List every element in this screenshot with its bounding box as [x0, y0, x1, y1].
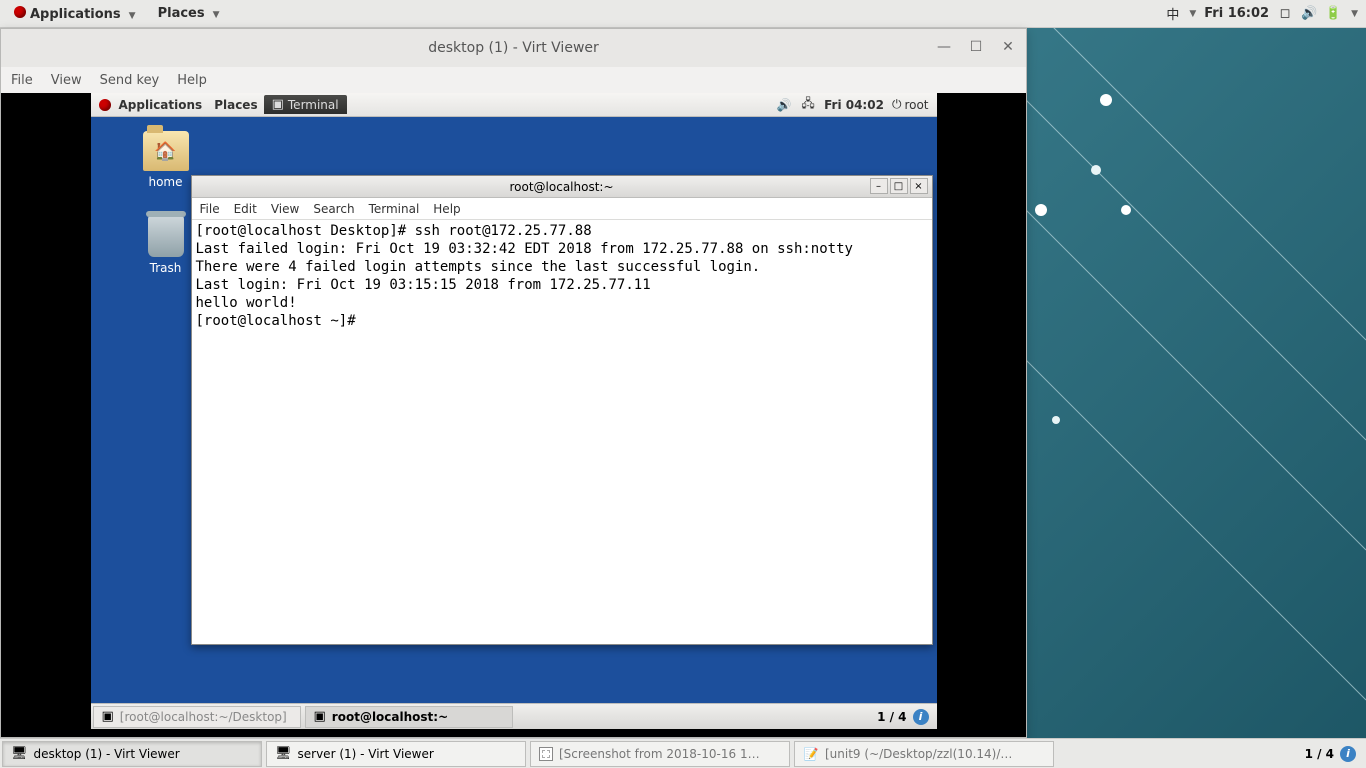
network-icon[interactable]: 🖧 [800, 97, 816, 113]
redhat-icon [99, 99, 111, 111]
term-menu-file[interactable]: File [200, 202, 220, 216]
terminal-title: root@localhost:~ [509, 180, 613, 194]
host-task-button[interactable]: 📝 [unit9 (~/Desktop/zzl(10.14)/… [794, 741, 1054, 767]
trash-icon [148, 215, 184, 257]
desktop-icon-label: Trash [150, 261, 182, 275]
task-label: server (1) - Virt Viewer [298, 747, 434, 761]
task-label: desktop (1) - Virt Viewer [34, 747, 180, 761]
task-label: root@localhost:~ [332, 710, 448, 724]
volume-icon[interactable]: 🔊 [776, 97, 792, 113]
vm-desktop[interactable]: Applications Places ▣ Terminal 🔊 🖧 Fri 04… [91, 93, 937, 729]
info-icon[interactable]: i [913, 709, 929, 725]
terminal-menubar: File Edit View Search Terminal Help [192, 198, 932, 220]
host-clock[interactable]: Fri 16:02 [1204, 6, 1269, 21]
maximize-button[interactable]: ☐ [964, 35, 988, 59]
vm-places-menu[interactable]: Places [208, 98, 263, 112]
term-menu-edit[interactable]: Edit [234, 202, 257, 216]
monitor-icon: 🖥 [11, 746, 28, 761]
host-bottom-panel: 🖥 desktop (1) - Virt Viewer 🖥 server (1)… [0, 738, 1366, 768]
terminal-icon: ▣ [314, 709, 326, 724]
virt-viewer-titlebar[interactable]: desktop (1) - Virt Viewer — ☐ ✕ [1, 29, 1026, 67]
host-applications-menu[interactable]: Applications▼ [8, 4, 148, 24]
wallpaper-decor [1006, 20, 1366, 720]
term-menu-search[interactable]: Search [313, 202, 354, 216]
vm-active-task-label: Terminal [288, 98, 339, 112]
term-menu-terminal[interactable]: Terminal [369, 202, 420, 216]
vv-menu-help[interactable]: Help [177, 73, 207, 88]
vm-applications-menu[interactable]: Applications [93, 98, 209, 112]
terminal-icon: ▣ [272, 97, 284, 112]
vv-menu-file[interactable]: File [11, 73, 33, 88]
host-task-button[interactable]: 🖥 server (1) - Virt Viewer [266, 741, 526, 767]
terminal-output[interactable]: [root@localhost Desktop]# ssh root@172.2… [192, 220, 932, 644]
task-label: [unit9 (~/Desktop/zzl(10.14)/… [825, 747, 1012, 761]
ime-indicator[interactable]: 中 [1166, 4, 1179, 23]
task-label: [root@localhost:~/Desktop] [120, 710, 287, 724]
editor-icon: 📝 [803, 746, 819, 762]
term-menu-help[interactable]: Help [433, 202, 460, 216]
desktop-icon-label: home [148, 175, 182, 189]
terminal-icon: ▣ [102, 709, 114, 724]
host-task-button[interactable]: 🖥 desktop (1) - Virt Viewer [2, 741, 262, 767]
vm-task-button[interactable]: ▣ [root@localhost:~/Desktop] [93, 706, 301, 728]
vm-active-task[interactable]: ▣ Terminal [264, 95, 347, 114]
terminal-titlebar[interactable]: root@localhost:~ – □ × [192, 176, 932, 198]
host-top-panel: Applications▼ Places▼ 中▼ Fri 16:02 ◻ 🔊 🔋… [0, 0, 1366, 28]
volume-icon[interactable]: 🔊 [1301, 6, 1317, 22]
host-workspace-indicator[interactable]: 1 / 4 [1305, 747, 1334, 761]
virt-viewer-title: desktop (1) - Virt Viewer [428, 40, 599, 56]
virt-viewer-window: desktop (1) - Virt Viewer — ☐ ✕ File Vie… [0, 28, 1027, 738]
vm-task-button[interactable]: ▣ root@localhost:~ [305, 706, 513, 728]
host-places-menu[interactable]: Places▼ [152, 4, 232, 24]
vm-user-label: root [904, 98, 928, 112]
vm-top-panel: Applications Places ▣ Terminal 🔊 🖧 Fri 04… [91, 93, 937, 117]
task-label: [Screenshot from 2018-10-16 1… [559, 747, 760, 761]
vm-workspace-indicator[interactable]: 1 / 4 [877, 710, 906, 724]
terminal-window: root@localhost:~ – □ × File Edit View Se… [191, 175, 933, 645]
close-button[interactable]: × [910, 178, 928, 194]
info-icon[interactable]: i [1340, 746, 1356, 762]
minimize-button[interactable]: — [932, 35, 956, 59]
vm-user-menu[interactable]: ⏻root [892, 97, 929, 112]
term-menu-view[interactable]: View [271, 202, 299, 216]
close-button[interactable]: ✕ [996, 35, 1020, 59]
battery-icon[interactable]: 🔋 [1325, 6, 1341, 22]
power-icon: ⏻ [892, 97, 902, 112]
a11y-icon[interactable]: ◻ [1277, 6, 1293, 22]
folder-home-icon [143, 131, 189, 171]
redhat-icon [14, 6, 26, 18]
host-task-button[interactable]: [Screenshot from 2018-10-16 1… [530, 741, 790, 767]
minimize-button[interactable]: – [870, 178, 888, 194]
image-icon [539, 747, 553, 761]
virt-viewer-viewport: Applications Places ▣ Terminal 🔊 🖧 Fri 04… [1, 93, 1026, 737]
vv-menu-sendkey[interactable]: Send key [100, 73, 160, 88]
monitor-icon: 🖥 [275, 746, 292, 761]
virt-viewer-menubar: File View Send key Help [1, 67, 1026, 93]
maximize-button[interactable]: □ [890, 178, 908, 194]
vm-bottom-panel: ▣ [root@localhost:~/Desktop] ▣ root@loca… [91, 703, 937, 729]
vm-clock[interactable]: Fri 04:02 [824, 98, 884, 112]
vv-menu-view[interactable]: View [51, 73, 82, 88]
